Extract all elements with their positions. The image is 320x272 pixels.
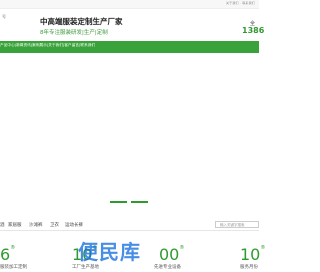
category-item[interactable]: 卫衣 [50, 222, 59, 228]
stat-number: 10® [240, 245, 266, 264]
stat-label: 先进专业设备 [154, 265, 181, 270]
brand-logo-text: 号 [2, 14, 6, 19]
main-nav: 产品中心|新闻资讯|案例展示|关于我们|客户留言|联系我们 [0, 41, 259, 53]
top-bar: 关于我们 · 联系我们 [0, 0, 259, 9]
category-item[interactable]: 家居服 [8, 222, 22, 228]
hotline-number[interactable]: 1386 [242, 26, 264, 35]
top-links[interactable]: 关于我们 · 联系我们 [226, 1, 255, 5]
nav-links[interactable]: 产品中心|新闻资讯|案例展示|关于我们|客户留言|联系我们 [0, 43, 95, 48]
stat-number: 6® [0, 245, 16, 264]
stat-label: 服务月份 [240, 265, 258, 270]
slider-dot-1[interactable] [110, 201, 127, 203]
stat-number: 00® [159, 245, 185, 264]
stat-value: 10 [240, 245, 261, 264]
stat-value: 6 [0, 245, 11, 264]
slider-indicator [110, 201, 150, 203]
brand-subtitle: 8年专注服装研发|生产|定制 [40, 30, 108, 36]
watermark-logo: 便民库 [78, 240, 141, 264]
search-input[interactable] [215, 221, 259, 228]
stat-label: 服装加工定制 [0, 265, 27, 270]
category-item[interactable]: 沙滩裤 [29, 222, 43, 228]
category-item[interactable]: 运动长裤 [65, 222, 83, 228]
brand-title: 中高端服装定制生产厂家 [40, 17, 123, 26]
stat-value: 00 [159, 245, 180, 264]
slider-dot-2[interactable] [131, 201, 148, 203]
category-item[interactable]: 酒 [0, 222, 5, 228]
